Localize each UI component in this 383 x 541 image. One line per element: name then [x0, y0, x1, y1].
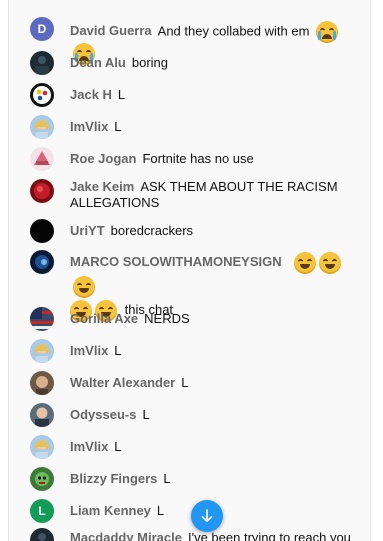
avatar-letter: L [38, 504, 46, 518]
chat-message: L Liam Kenney L [9, 498, 370, 524]
chat-message: ImVlix L [9, 338, 370, 364]
author-name[interactable]: Gorilla Axe [70, 311, 138, 326]
avatar[interactable] [30, 115, 54, 139]
chat-message: Macdaddy Miracle I've been trying to reac… [9, 527, 370, 541]
author-name[interactable]: David Guerra [70, 23, 152, 38]
avatar[interactable] [30, 528, 54, 541]
chat-message: Odysseu-s L [9, 402, 370, 428]
arrow-down-icon [201, 509, 213, 523]
left-panel-edge [0, 0, 9, 541]
laughing-face-icon [319, 251, 342, 274]
steelers-logo-icon[interactable] [30, 83, 54, 107]
message-text: L [114, 439, 122, 454]
avatar[interactable] [30, 179, 54, 203]
message-text: L [114, 343, 122, 358]
avatar[interactable] [30, 307, 54, 331]
scroll-to-bottom-button[interactable] [191, 500, 223, 532]
author-name[interactable]: ImVlix [70, 343, 108, 358]
message-text: L [142, 407, 150, 422]
author-name[interactable]: Odysseu-s [70, 407, 136, 422]
chat-message: Dean Alu boring [9, 50, 370, 76]
right-panel-edge [370, 0, 383, 541]
message-text: boredcrackers [110, 223, 194, 238]
author-name[interactable]: UriYT [70, 223, 105, 238]
avatar[interactable]: L [30, 499, 54, 523]
message-text: NERDS [144, 311, 190, 326]
chat-message: Jake Keim ASK THEM ABOUT THE RACISM ALLEG… [9, 178, 370, 212]
author-name[interactable]: Jake Keim [70, 179, 134, 194]
message-text: I've been trying to reach you [188, 530, 351, 541]
message-text: boring [131, 55, 168, 70]
message-text: L [156, 503, 165, 518]
chat-message: MARCO SOLOWITHAMONEYSIGN this chat [9, 248, 370, 322]
chat-message: Jack H L [9, 82, 370, 108]
chat-message: Blizzy Fingers L [9, 466, 370, 492]
avatar[interactable] [30, 339, 54, 363]
message-text: L [163, 471, 171, 486]
avatar[interactable] [30, 219, 54, 243]
chat-message: Walter Alexander L [9, 370, 370, 396]
chat-message: ImVlix L [9, 434, 370, 460]
live-chat-list[interactable]: D David Guerra And they collabed with em … [9, 0, 370, 541]
author-name[interactable]: Macdaddy Miracle [70, 530, 182, 541]
avatar[interactable] [30, 403, 54, 427]
message-text: And they collabed with em [157, 23, 310, 39]
author-name[interactable]: Blizzy Fingers [70, 471, 157, 486]
laughing-face-icon [73, 275, 95, 298]
avatar[interactable] [30, 467, 54, 491]
chat-message: D David Guerra And they collabed with em [9, 16, 370, 65]
message-text: L [117, 87, 126, 102]
author-name[interactable]: Roe Jogan [70, 151, 136, 166]
message-text: L [181, 375, 189, 390]
avatar[interactable] [30, 371, 54, 395]
chat-message: Roe Jogan Fortnite has no use [9, 146, 370, 172]
loudly-crying-face-icon [316, 21, 339, 43]
laughing-face-icon [294, 251, 317, 274]
author-name[interactable]: MARCO SOLOWITHAMONEYSIGN [70, 254, 282, 269]
chat-message: ImVlix L [9, 114, 370, 140]
author-name[interactable]: ImVlix [70, 439, 108, 454]
avatar[interactable] [30, 250, 54, 274]
author-name[interactable]: Walter Alexander [70, 375, 175, 390]
chat-message: UriYT boredcrackers [9, 218, 370, 244]
message-text: L [114, 119, 122, 134]
avatar[interactable]: D [30, 17, 54, 41]
author-name[interactable]: ImVlix [70, 119, 108, 134]
avatar-letter: D [37, 22, 47, 36]
avatar[interactable] [30, 435, 54, 459]
author-name[interactable]: Liam Kenney [70, 503, 151, 518]
message-text: Fortnite has no use [142, 151, 254, 166]
chat-message: Gorilla Axe NERDS [9, 306, 370, 332]
avatar[interactable] [30, 147, 54, 171]
avatar[interactable] [30, 51, 54, 75]
author-name[interactable]: Jack H [70, 87, 112, 102]
author-name[interactable]: Dean Alu [70, 55, 126, 70]
